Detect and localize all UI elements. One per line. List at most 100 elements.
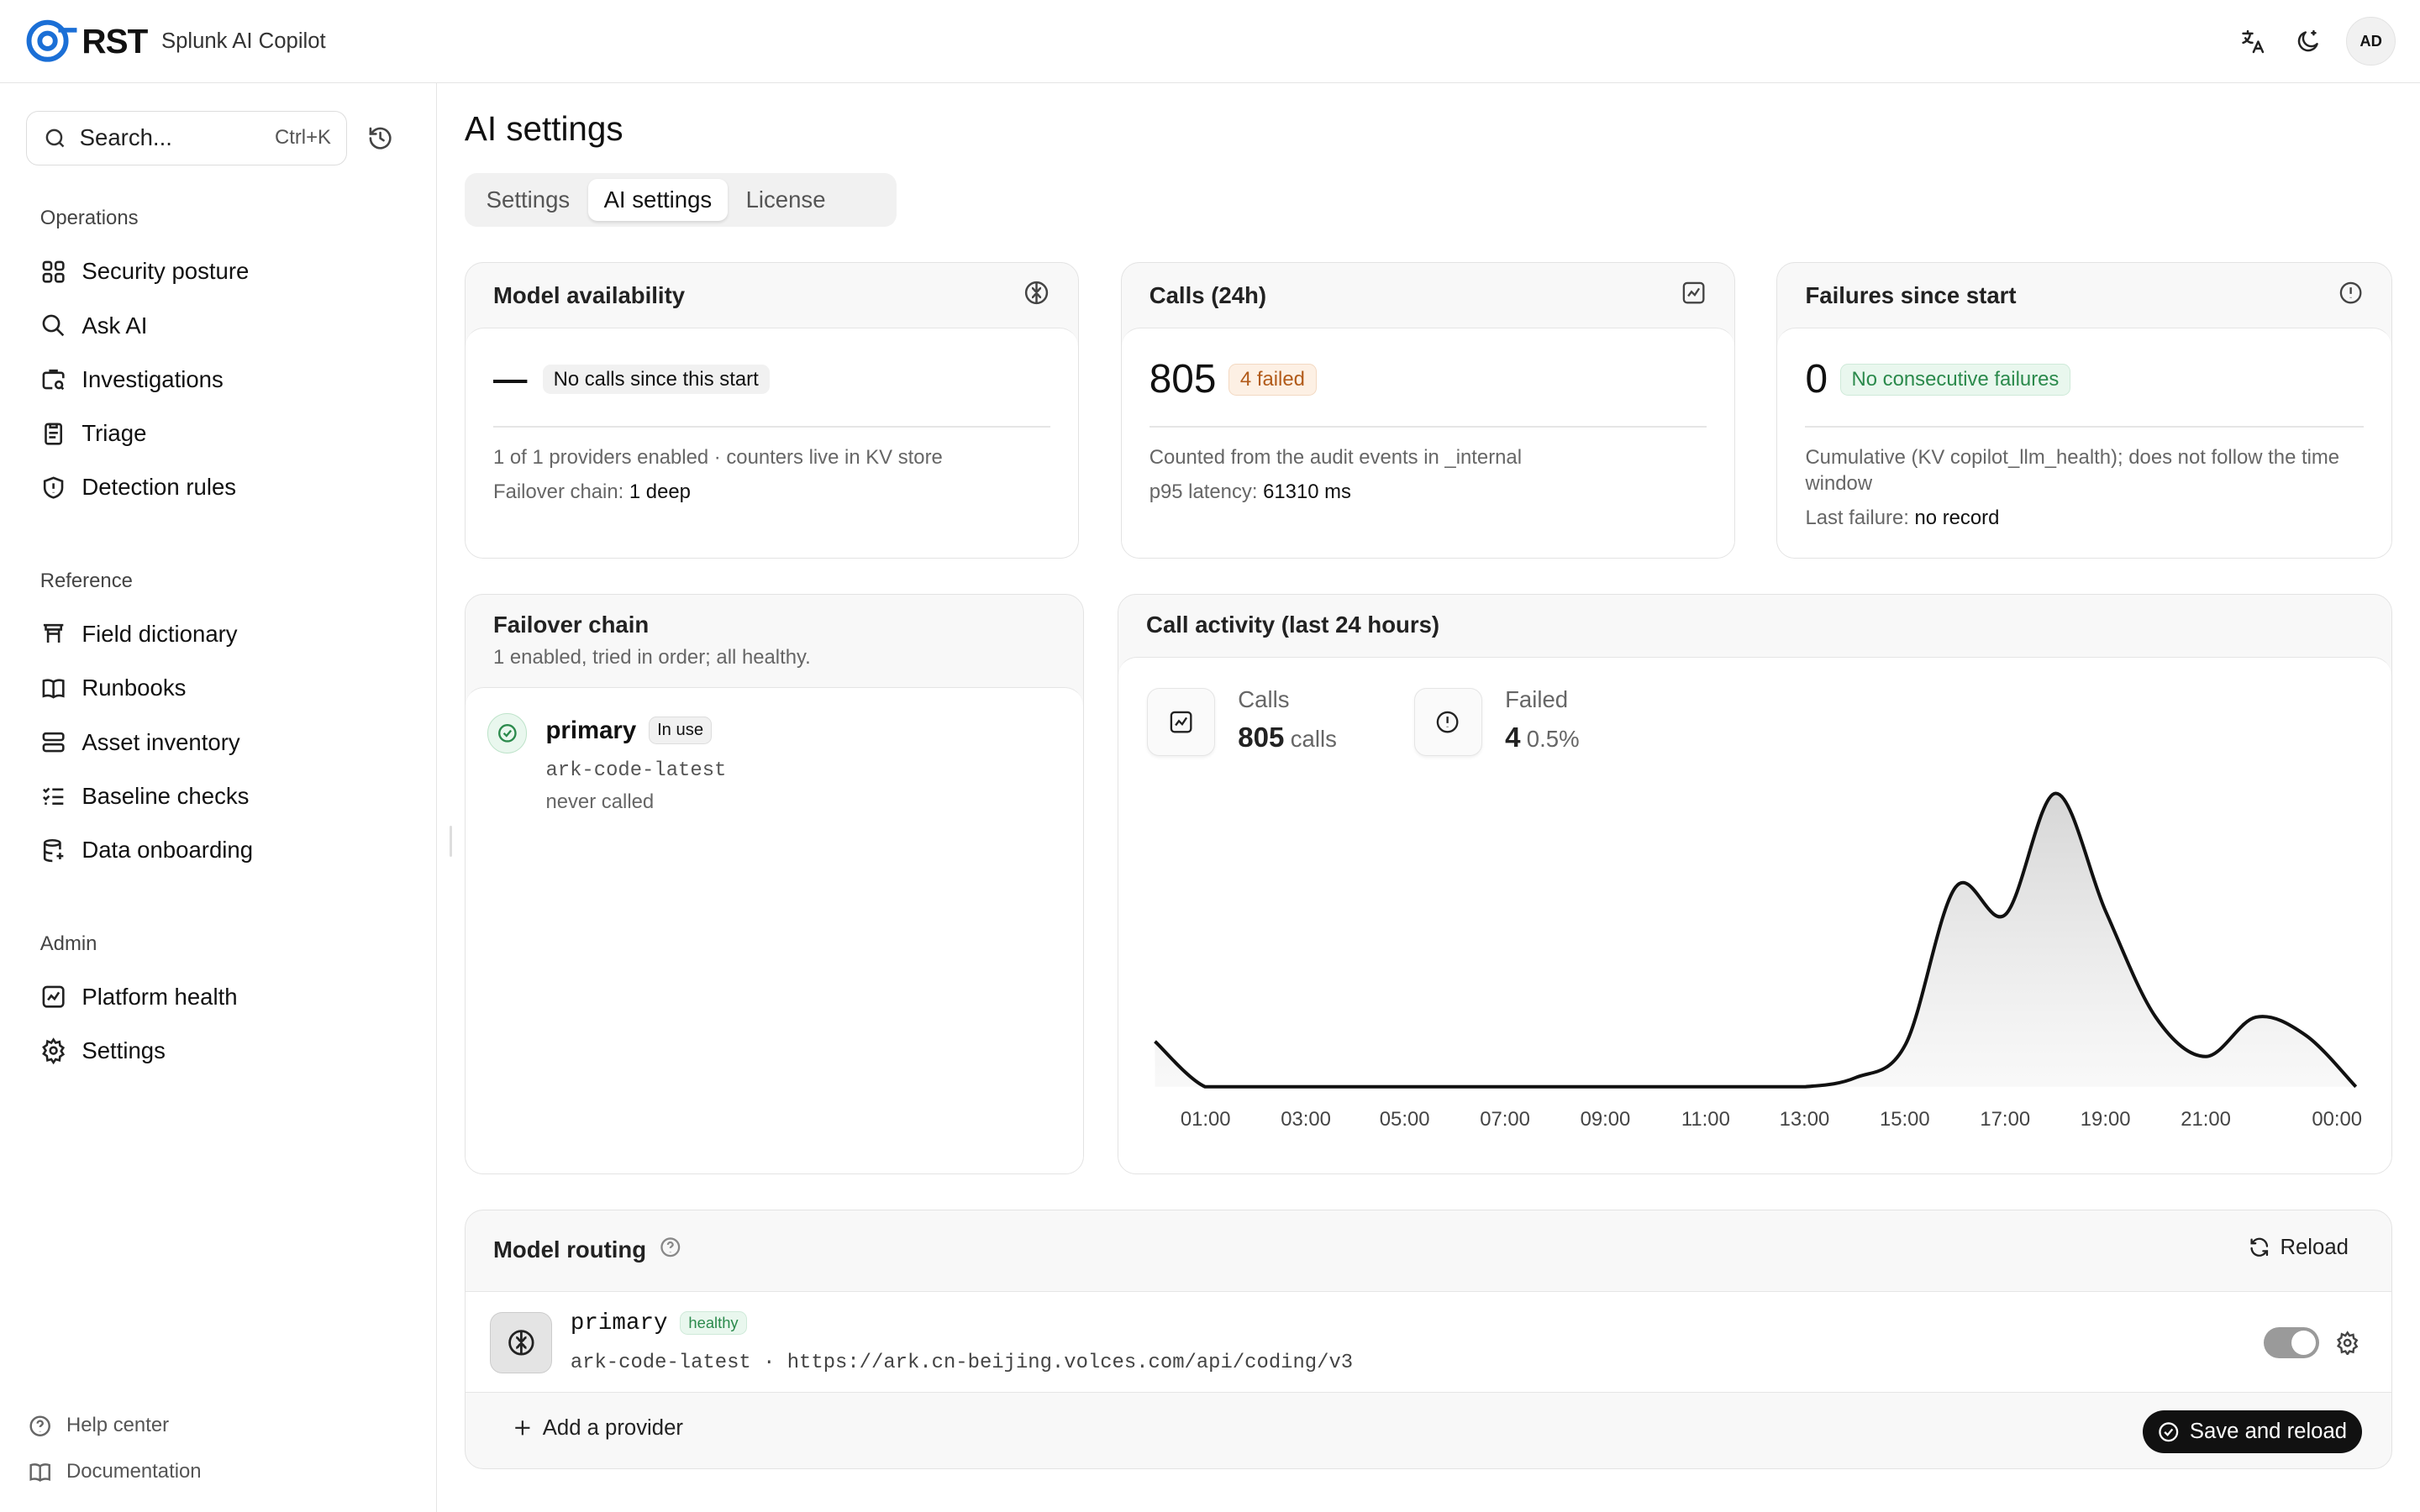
card-title: Failover chain	[492, 612, 650, 638]
help-center-link[interactable]: Help center	[28, 1414, 169, 1438]
search-icon	[45, 129, 64, 148]
sidebar-item-ask-ai[interactable]: Ask AI	[40, 307, 148, 344]
search-input[interactable]: Search... Ctrl+K	[26, 111, 348, 165]
documentation-link[interactable]: Documentation	[28, 1460, 202, 1484]
sidebar-item-label: Baseline checks	[82, 782, 250, 809]
provider-name: primary	[545, 716, 637, 744]
sidebar-item-settings[interactable]: Settings	[40, 1032, 166, 1069]
help-icon	[29, 1415, 51, 1436]
add-provider-label: Add a provider	[542, 1415, 683, 1440]
tab-settings[interactable]: Settings	[471, 179, 585, 221]
x-tick-label: 11:00	[1681, 1107, 1730, 1131]
x-tick-label: 09:00	[1580, 1107, 1631, 1131]
sidebar-item-label: Platform health	[82, 983, 238, 1010]
reload-button[interactable]: Reload	[2248, 1236, 2349, 1260]
calls-line2: p95 latency: 61310 ms	[1149, 480, 1351, 503]
calls-card: Calls (24h) 805 4 failed Counted from th…	[1120, 262, 1735, 559]
app-logo[interactable]: RST	[24, 19, 148, 63]
provider-model: ark-code-latest	[545, 759, 727, 782]
save-and-reload-button[interactable]: Save and reload	[2142, 1410, 2362, 1454]
grid-icon	[42, 260, 65, 283]
sidebar-item-asset-inventory[interactable]: Asset inventory	[40, 724, 240, 761]
tab-ai-settings[interactable]: AI settings	[588, 178, 728, 222]
x-tick-label: 05:00	[1379, 1107, 1430, 1131]
sidebar-item-baseline-checks[interactable]: Baseline checks	[40, 778, 250, 815]
model-availability-card: Model availability — No calls since this…	[464, 262, 1080, 559]
failed-stat-icon	[1413, 688, 1482, 757]
status-badge: No calls since this start	[542, 364, 770, 395]
history-icon[interactable]	[367, 125, 393, 158]
sidebar-item-investigations[interactable]: Investigations	[40, 361, 224, 398]
availability-line1: 1 of 1 providers enabled · counters live…	[492, 446, 943, 470]
status-badge: No consecutive failures	[1839, 364, 2071, 396]
failures-line1: Cumulative (KV copilot_llm_health); does…	[1805, 446, 2340, 496]
x-tick-label: 17:00	[1980, 1107, 2031, 1131]
tab-license[interactable]: License	[730, 179, 841, 221]
app-name: Splunk AI Copilot	[160, 29, 326, 53]
chart-icon	[42, 985, 65, 1008]
shield-icon	[43, 476, 64, 499]
translate-icon[interactable]	[2235, 24, 2269, 58]
sidebar-item-label: Asset inventory	[82, 728, 240, 755]
card-title: Call activity (last 24 hours)	[1146, 612, 1440, 638]
model-routing-card: Model routing Reload primary healthy ark…	[464, 1210, 2393, 1469]
sidebar-item-label: Ask AI	[82, 312, 148, 339]
sidebar-item-label: Investigations	[82, 365, 224, 392]
sidebar-item-triage[interactable]: Triage	[40, 415, 147, 452]
book-open-icon	[29, 1462, 51, 1482]
routing-provider-name: primary	[570, 1310, 668, 1336]
failed-badge: 4 failed	[1228, 364, 1317, 396]
gear-icon	[41, 1037, 65, 1064]
failures-value: 0	[1805, 357, 1828, 402]
add-provider-button[interactable]: Add a provider	[512, 1416, 683, 1441]
calls-line1: Counted from the audit events in _intern…	[1149, 446, 1523, 470]
sidebar-item-detection-rules[interactable]: Detection rules	[40, 469, 236, 506]
provider-enabled-toggle[interactable]	[2264, 1326, 2320, 1358]
database-icon	[43, 838, 64, 862]
user-avatar[interactable]: AD	[2346, 16, 2396, 66]
briefcase-search-icon	[42, 370, 65, 391]
section-title-operations: Operations	[39, 207, 139, 230]
documentation-label: Documentation	[66, 1460, 202, 1483]
x-tick-label: 15:00	[1879, 1107, 1930, 1131]
sidebar-item-field-dictionary[interactable]: Field dictionary	[40, 616, 238, 653]
search-icon	[42, 314, 64, 337]
x-tick-label: 21:00	[2181, 1107, 2231, 1131]
theme-toggle-icon[interactable]	[2291, 24, 2324, 58]
x-tick-label: 03:00	[1281, 1107, 1331, 1131]
section-title-admin: Admin	[39, 932, 97, 955]
clipboard-icon	[44, 423, 62, 445]
failover-chain-card: Failover chain 1 enabled, tried in order…	[464, 594, 1084, 1174]
settings-tabs: Settings AI settings License	[464, 172, 897, 228]
x-tick-label: 13:00	[1779, 1107, 1830, 1131]
healthy-badge: healthy	[680, 1311, 747, 1336]
save-label: Save and reload	[2189, 1420, 2348, 1444]
sidebar-item-label: Triage	[82, 420, 147, 447]
sidebar-item-platform-health[interactable]: Platform health	[40, 979, 238, 1016]
sidebar-item-label: Runbooks	[82, 675, 187, 701]
book-icon	[42, 679, 65, 699]
help-icon[interactable]	[659, 1236, 682, 1266]
chart-icon	[1681, 280, 1707, 312]
sidebar-item-label: Data onboarding	[82, 837, 254, 864]
card-title: Model availability	[492, 281, 686, 308]
call-activity-chart	[1153, 790, 2357, 1089]
gear-icon[interactable]	[2335, 1330, 2360, 1362]
calls-stat-value: 805 calls	[1238, 722, 1337, 753]
x-tick-label: 00:00	[2312, 1107, 2363, 1131]
availability-line2: Failover chain: 1 deep	[492, 480, 691, 503]
checklist-icon	[42, 787, 64, 806]
top-header: RST Splunk AI Copilot AD	[0, 0, 2420, 84]
sidebar-item-runbooks[interactable]: Runbooks	[40, 669, 187, 706]
sidebar-item-security-posture[interactable]: Security posture	[40, 253, 249, 290]
refresh-icon	[2250, 1237, 2268, 1257]
chart-icon	[1170, 711, 1192, 733]
failed-stat-label: Failed	[1505, 686, 1569, 713]
brain-icon	[1023, 279, 1050, 312]
sidebar-resize-handle[interactable]	[449, 825, 453, 857]
search-shortcut: Ctrl+K	[274, 126, 331, 150]
reload-label: Reload	[2280, 1235, 2349, 1259]
card-subtitle: 1 enabled, tried in order; all healthy.	[492, 645, 811, 669]
sidebar-item-data-onboarding[interactable]: Data onboarding	[40, 832, 253, 869]
section-title-reference: Reference	[39, 569, 133, 592]
